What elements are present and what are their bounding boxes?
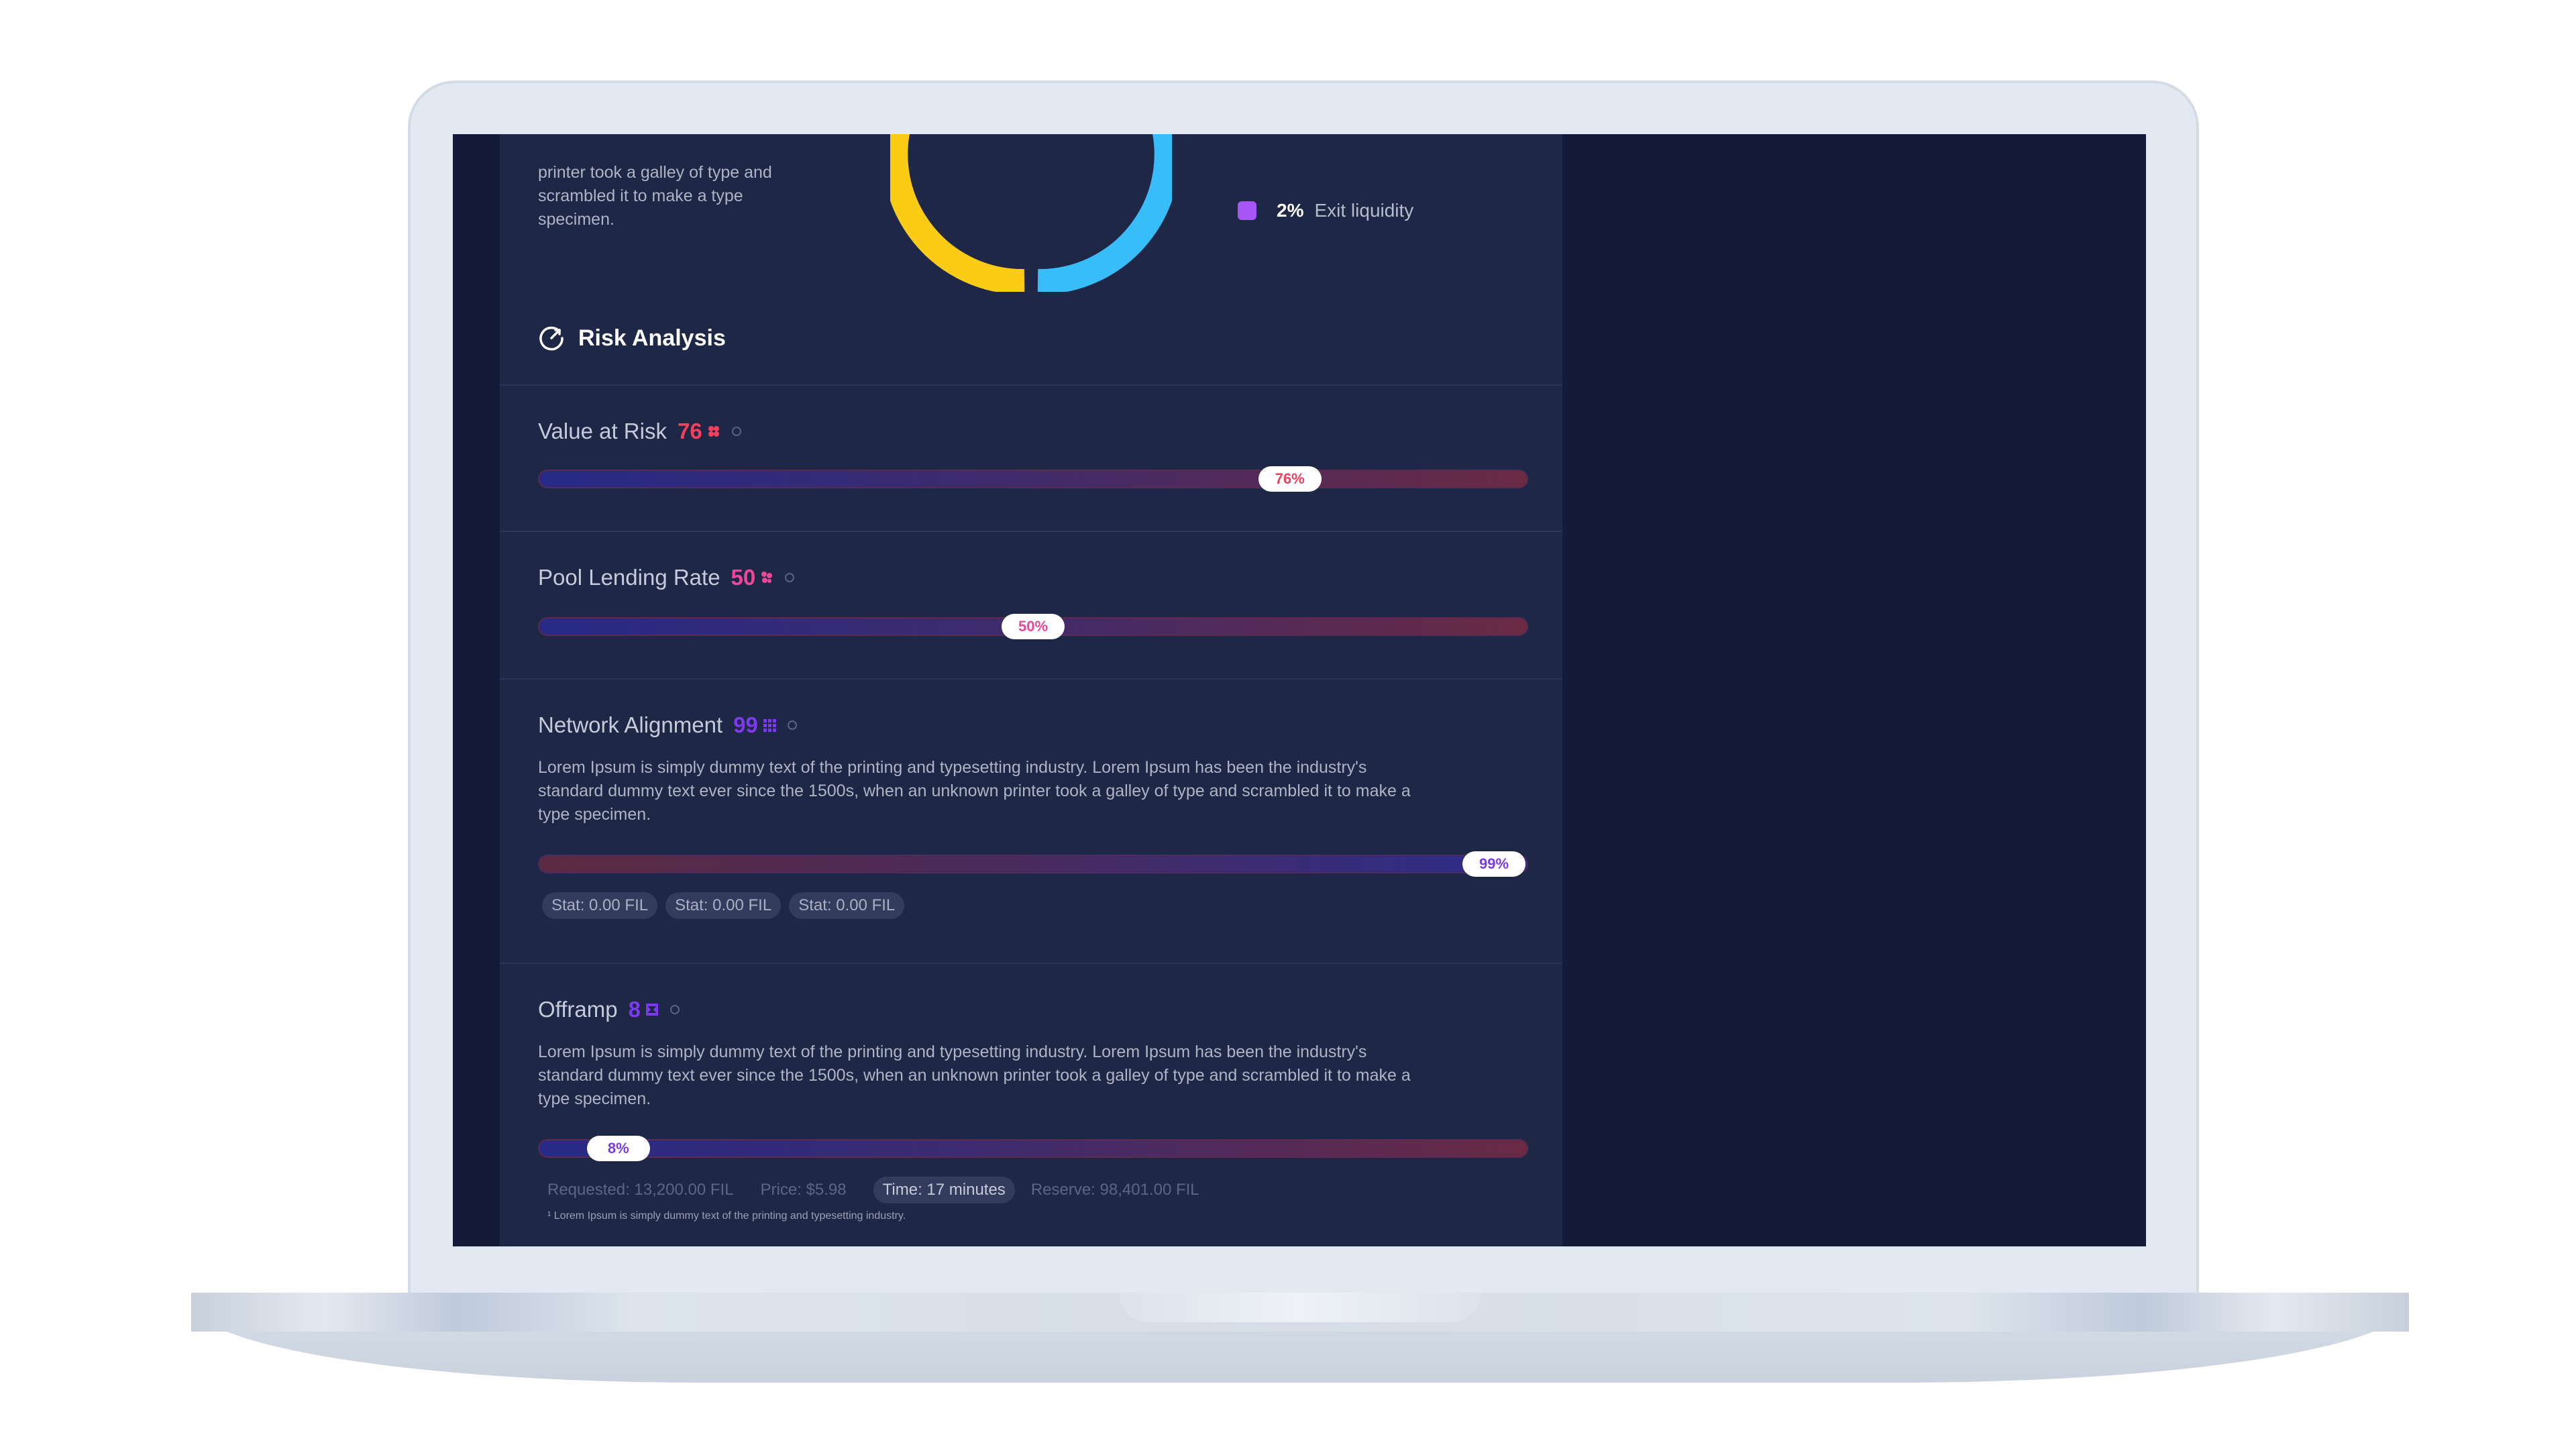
risk-item-name: Value at Risk: [538, 419, 667, 443]
offramp-footnote: ¹ Lorem Ipsum is simply dummy text of th…: [547, 1210, 906, 1222]
risk-bar: 99%: [538, 851, 1528, 877]
risk-bar: 50%: [538, 614, 1528, 639]
score-badge-icon: [645, 1004, 658, 1016]
risk-bar-pill: 50%: [1002, 614, 1065, 639]
score-badge-icon: [763, 719, 776, 732]
info-icon[interactable]: [669, 1005, 680, 1014]
stat-chip: Stat: 0.00 FIL: [789, 892, 905, 919]
risk-analysis-title: Risk Analysis: [578, 325, 726, 351]
risk-item-description: Lorem Ipsum is simply dummy text of the …: [538, 758, 1411, 824]
laptop-notch: [1119, 1293, 1481, 1322]
legend-swatch: [1238, 201, 1256, 220]
risk-item-score: 99: [733, 712, 758, 737]
risk-bar-pill: 99%: [1462, 851, 1525, 877]
donut-segment-yellow: [890, 134, 1025, 295]
risk-item-name: Pool Lending Rate: [538, 565, 720, 590]
stat-chip: Stat: 0.00 FIL: [542, 892, 658, 919]
legend-percent: 2%: [1277, 200, 1304, 221]
price-stat: Price: $5.98: [760, 1181, 847, 1199]
requested-stat: Requested: 13,200.00 FIL: [547, 1181, 734, 1199]
time-stat: Time: 17 minutes: [873, 1177, 1015, 1203]
allocation-description: printer took a galley of type and scramb…: [538, 163, 772, 229]
risk-bar: 8%: [538, 1136, 1528, 1161]
risk-item-score: 50: [731, 565, 756, 590]
risk-item-score: 76: [677, 419, 702, 443]
risk-item-name: Offramp: [538, 997, 618, 1022]
score-badge-icon: [761, 572, 773, 583]
stat-chip: Stat: 0.00 FIL: [665, 892, 782, 919]
info-icon[interactable]: [787, 720, 797, 730]
donut-segment-blue: [1037, 134, 1172, 295]
score-badge-icon: [708, 426, 719, 437]
risk-item-header: Pool Lending Rate 50: [538, 564, 1524, 591]
risk-item-network-alignment: Network Alignment 99 Lorem Ipsum is simp…: [500, 680, 1562, 964]
info-icon[interactable]: [731, 427, 741, 436]
risk-item-name: Network Alignment: [538, 712, 723, 737]
stat-chips: Stat: 0.00 FIL Stat: 0.00 FIL Stat: 0.00…: [542, 892, 1524, 919]
risk-item-header: Offramp 8: [538, 996, 1524, 1023]
risk-analysis-header: Risk Analysis: [500, 292, 1562, 386]
risk-bar: 76%: [538, 466, 1528, 492]
legend-label: Exit liquidity: [1314, 200, 1414, 221]
reserve-stat: Reserve: 98,401.00 FIL: [1030, 1181, 1199, 1199]
allocation-donut-chart: [890, 134, 1172, 295]
risk-analysis-card: Risk Analysis Value at Risk 76 76% Pool …: [500, 292, 1562, 1246]
info-icon[interactable]: [785, 573, 795, 582]
risk-bar-pill: 76%: [1258, 466, 1322, 492]
risk-item-score: 8: [628, 997, 641, 1022]
risk-item-header: Value at Risk 76: [538, 418, 1524, 445]
risk-item-pool-lending-rate: Pool Lending Rate 50 50%: [500, 532, 1562, 680]
screen: printer took a galley of type and scramb…: [453, 134, 2146, 1246]
offramp-stats: Requested: 13,200.00 FIL Price: $5.98 Ti…: [547, 1177, 1524, 1203]
risk-item-offramp: Offramp 8 Lorem Ipsum is simply dummy te…: [500, 964, 1562, 1246]
risk-item-value-at-risk: Value at Risk 76 76%: [500, 386, 1562, 532]
risk-item-description: Lorem Ipsum is simply dummy text of the …: [538, 1042, 1411, 1108]
risk-bar-pill: 8%: [586, 1136, 650, 1161]
legend-item-exit-liquidity: 2% Exit liquidity: [1238, 200, 1413, 221]
risk-item-header: Network Alignment 99: [538, 712, 1524, 739]
gauge-icon: [539, 326, 564, 351]
